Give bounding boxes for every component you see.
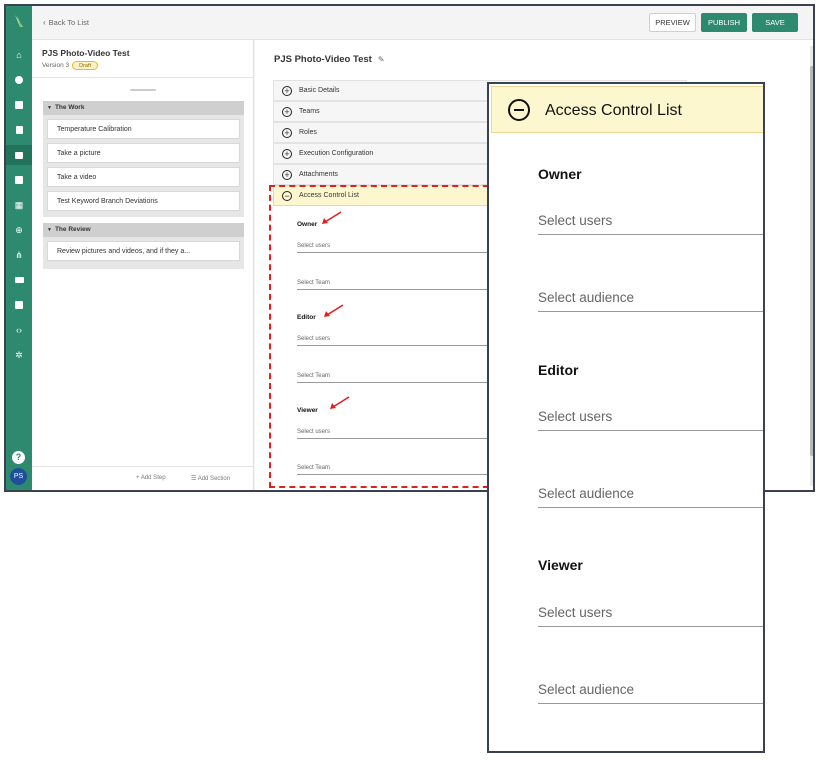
section-name: The Review (54, 226, 91, 233)
section-list-icon: ☰ (191, 476, 198, 482)
plus-circle-icon: + (282, 128, 292, 138)
nav-rail: ⌂ ▦ ⊕ ⋔ ‹› ✲ ? PS (6, 6, 32, 490)
zoomed-acl-title: Access Control List (545, 102, 682, 119)
annotation-arrow-icon (322, 211, 342, 224)
document-icon[interactable] (13, 124, 25, 136)
accordion-label: Teams (299, 108, 320, 115)
section-name: The Work (54, 104, 85, 111)
add-section-button[interactable]: ☰ Add Section (191, 475, 230, 482)
procedures-icon[interactable] (6, 145, 32, 165)
zoomed-owner-select-users[interactable]: Select users (538, 213, 763, 235)
package-icon[interactable] (13, 174, 25, 186)
step-item[interactable]: Temperature Calibration (47, 119, 240, 139)
caret-down-icon: ▼ (47, 227, 52, 233)
step-item[interactable]: Take a picture (47, 143, 240, 163)
plus-circle-icon: + (282, 86, 292, 96)
publish-button[interactable]: PUBLISH (701, 13, 747, 32)
pencil-icon[interactable]: ✎ (378, 55, 385, 64)
caret-down-icon: ▼ (47, 105, 52, 111)
image-icon[interactable] (13, 299, 25, 311)
drag-handle[interactable] (130, 89, 156, 91)
scrollbar[interactable] (810, 46, 813, 486)
logo-icon (15, 15, 23, 27)
zoomed-owner-label: Owner (538, 166, 582, 182)
zoomed-acl-header[interactable]: Access Control List (491, 86, 763, 133)
step-item[interactable]: Test Keyword Branch Deviations (47, 191, 240, 211)
user-avatar[interactable]: PS (10, 468, 27, 485)
hierarchy-icon[interactable]: ⋔ (13, 249, 25, 261)
annotation-arrow-icon (324, 304, 344, 317)
zoomed-viewer-select-users[interactable]: Select users (538, 605, 763, 627)
zoomed-editor-select-audience[interactable]: Select audience (538, 486, 763, 508)
add-step-label: Add Step (140, 475, 166, 481)
section-the-work: ▼ The Work Temperature Calibration Take a… (43, 101, 244, 217)
chevron-left-icon: ‹ (43, 18, 46, 27)
accordion-label: Basic Details (299, 87, 340, 94)
minus-circle-icon (508, 99, 530, 121)
settings-gear-icon[interactable]: ✲ (13, 349, 25, 361)
version-label: Version 3 (42, 62, 70, 69)
home-icon[interactable]: ⌂ (13, 49, 25, 61)
zoomed-viewer-select-audience[interactable]: Select audience (538, 682, 763, 704)
step-item[interactable]: Review pictures and videos, and if they … (47, 241, 240, 261)
main-title-text: PJS Photo-Video Test (274, 54, 372, 65)
procedure-title: PJS Photo-Video Test (42, 48, 130, 58)
section-header[interactable]: ▼ The Work (43, 101, 244, 115)
chat-icon[interactable] (13, 74, 25, 86)
add-step-button[interactable]: + Add Step (136, 475, 166, 481)
accordion-label: Attachments (299, 171, 338, 178)
annotation-arrow-icon (330, 396, 350, 409)
back-to-list-label: Back To List (48, 18, 89, 27)
zoomed-access-control-panel: Access Control List Owner Select users S… (487, 82, 765, 753)
procedure-outline-panel: PJS Photo-Video Test Version 3 Draft ▼ The… (32, 40, 254, 490)
section-the-review: ▼ The Review Review pictures and videos, … (43, 223, 244, 269)
main-title: PJS Photo-Video Test ✎ (274, 54, 385, 65)
plus-circle-icon: + (282, 149, 292, 159)
outline-footer: + Add Step ☰ Add Section (32, 466, 253, 490)
grid-icon[interactable]: ▦ (13, 199, 25, 211)
zoomed-viewer-label: Viewer (538, 557, 583, 573)
save-button[interactable]: SAVE (752, 13, 798, 32)
zoomed-editor-select-users[interactable]: Select users (538, 409, 763, 431)
back-to-list-link[interactable]: ‹ Back To List (43, 18, 89, 27)
message-icon[interactable] (13, 99, 25, 111)
id-card-icon[interactable] (13, 274, 25, 286)
plus-circle-icon: + (282, 170, 292, 180)
procedure-version: Version 3 Draft (42, 61, 99, 70)
step-item[interactable]: Take a video (47, 167, 240, 187)
accordion-label: Roles (299, 129, 317, 136)
target-icon[interactable]: ⊕ (13, 224, 25, 236)
highlight-box (269, 185, 499, 488)
section-header[interactable]: ▼ The Review (43, 223, 244, 237)
divider (32, 77, 253, 78)
plus-circle-icon: + (282, 107, 292, 117)
zoomed-editor-label: Editor (538, 362, 579, 378)
zoomed-owner-select-audience[interactable]: Select audience (538, 290, 763, 312)
preview-button[interactable]: PREVIEW (649, 13, 696, 32)
scrollbar-thumb[interactable] (810, 66, 813, 456)
accordion-label: Execution Configuration (299, 150, 374, 157)
help-icon[interactable]: ? (12, 451, 25, 464)
top-bar: ‹ Back To List PREVIEW PUBLISH SAVE (32, 6, 813, 40)
code-icon[interactable]: ‹› (13, 324, 25, 336)
add-section-label: Add Section (197, 476, 231, 482)
status-badge: Draft (72, 61, 99, 70)
